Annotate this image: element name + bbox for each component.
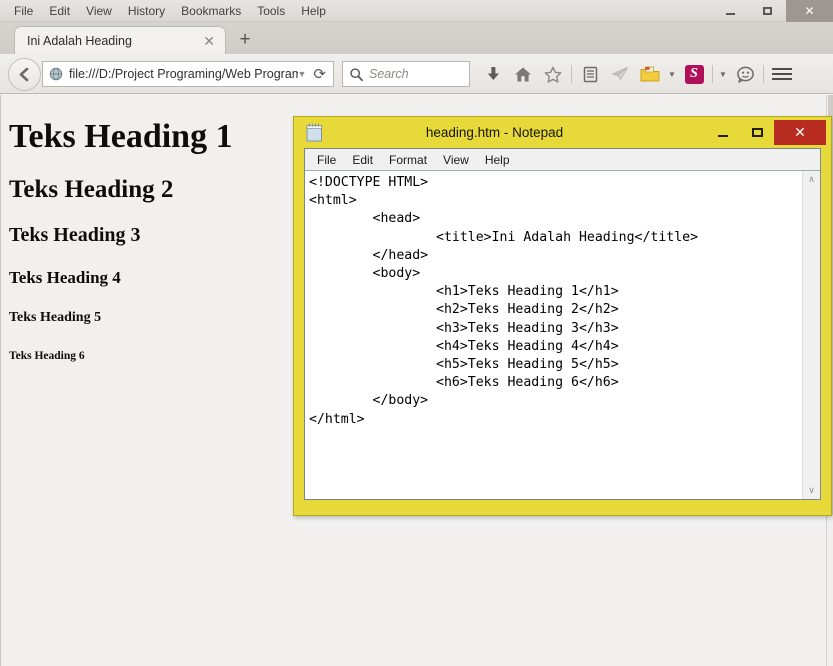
back-button[interactable] <box>8 58 41 91</box>
notepad-scrollbar-track[interactable] <box>803 188 820 482</box>
folder-icon[interactable] <box>635 61 665 87</box>
notepad-window[interactable]: heading.htm - Notepad ✕ File Edit Format… <box>293 116 832 516</box>
notepad-window-title: heading.htm - Notepad <box>425 125 564 140</box>
list-clipboard-icon <box>583 66 597 82</box>
bookmark-star-icon[interactable] <box>538 61 568 87</box>
browser-window: File Edit View History Bookmarks Tools H… <box>0 0 833 666</box>
minimize-icon <box>726 13 735 15</box>
tab-title: Ini Adalah Heading <box>27 33 132 48</box>
browser-tabstrip: Ini Adalah Heading ✕ + <box>0 22 833 54</box>
notepad-titlebar[interactable]: heading.htm - Notepad ✕ <box>294 117 831 148</box>
browser-minimize-button[interactable] <box>712 0 749 22</box>
reload-icon[interactable]: ⟳ <box>313 67 326 82</box>
browser-menu-list: File Edit View History Bookmarks Tools H… <box>6 0 334 22</box>
download-arrow-icon <box>487 67 499 80</box>
notepad-menubar: File Edit Format View Help <box>305 149 820 170</box>
address-bar[interactable]: file:///D:/Project Programing/Web Progra… <box>42 61 334 87</box>
paper-plane-icon <box>611 67 628 81</box>
notepad-maximize-button[interactable] <box>740 121 774 145</box>
toolbar-separator <box>571 65 572 83</box>
menu-item-view[interactable]: View <box>78 2 120 20</box>
skype-dropdown-caret-icon[interactable]: ▼ <box>716 61 730 87</box>
address-bar-value: file:///D:/Project Programing/Web Progra… <box>69 67 298 81</box>
globe-favicon-icon <box>49 67 63 81</box>
chat-bubble-icon[interactable] <box>730 61 760 87</box>
star-outline-icon <box>544 66 562 83</box>
browser-close-button[interactable]: ✕ <box>786 0 833 22</box>
back-arrow-icon <box>19 67 29 82</box>
notepad-close-button[interactable]: ✕ <box>774 120 826 145</box>
notepad-menu-edit[interactable]: Edit <box>344 151 381 169</box>
toolbar-separator-2 <box>712 65 713 83</box>
skype-badge-label: S <box>684 64 704 84</box>
folder-dropdown-caret-icon[interactable]: ▼ <box>665 61 679 87</box>
browser-window-controls: ✕ <box>712 0 833 22</box>
browser-maximize-button[interactable] <box>749 0 786 22</box>
tab-close-icon[interactable]: ✕ <box>203 34 215 48</box>
scroll-up-arrow-icon[interactable]: ∧ <box>803 171 820 188</box>
browser-tab-active[interactable]: Ini Adalah Heading ✕ <box>14 26 226 54</box>
notepad-text-area[interactable]: <!DOCTYPE HTML> <html> <head> <title>Ini… <box>305 171 802 499</box>
chevron-down-icon[interactable]: ▼ <box>298 69 307 79</box>
new-tab-button[interactable]: + <box>234 30 256 52</box>
browser-menubar: File Edit View History Bookmarks Tools H… <box>0 0 833 22</box>
notepad-vertical-scrollbar[interactable]: ∧ ∨ <box>802 171 820 499</box>
notepad-menu-help[interactable]: Help <box>477 151 518 169</box>
send-tab-icon[interactable] <box>605 61 635 87</box>
notepad-menu-format[interactable]: Format <box>381 151 435 169</box>
maximize-icon <box>751 128 763 137</box>
menu-item-help[interactable]: Help <box>293 2 334 20</box>
scroll-down-arrow-icon[interactable]: ∨ <box>803 482 820 499</box>
notepad-minimize-button[interactable] <box>706 121 740 145</box>
skype-icon[interactable]: S <box>679 61 709 87</box>
browser-navigation-toolbar: file:///D:/Project Programing/Web Progra… <box>0 54 833 94</box>
open-folder-icon <box>640 66 660 81</box>
notepad-menu-view[interactable]: View <box>435 151 477 169</box>
minimize-icon <box>718 135 728 137</box>
smiley-bubble-icon <box>736 66 754 83</box>
notepad-text-area-wrapper: <!DOCTYPE HTML> <html> <head> <title>Ini… <box>305 170 820 499</box>
search-input[interactable]: Search <box>342 61 470 87</box>
house-icon <box>515 67 531 81</box>
menu-item-history[interactable]: History <box>120 2 173 20</box>
menu-item-file[interactable]: File <box>6 2 41 20</box>
menu-item-edit[interactable]: Edit <box>41 2 78 20</box>
notepad-menu-file[interactable]: File <box>309 151 344 169</box>
menu-item-tools[interactable]: Tools <box>249 2 293 20</box>
hamburger-icon <box>772 68 792 80</box>
reading-list-icon[interactable] <box>575 61 605 87</box>
toolbar-separator-3 <box>763 65 764 83</box>
download-icon[interactable] <box>478 61 508 87</box>
notepad-client-area: File Edit Format View Help <!DOCTYPE HTM… <box>304 148 821 500</box>
menu-item-bookmarks[interactable]: Bookmarks <box>173 2 249 20</box>
search-placeholder-text: Search <box>369 67 409 81</box>
home-icon[interactable] <box>508 61 538 87</box>
search-icon <box>350 67 363 81</box>
browser-toolbar-icons: ▼ S ▼ <box>478 61 797 87</box>
maximize-icon <box>763 7 772 15</box>
menu-hamburger-button[interactable] <box>767 61 797 87</box>
